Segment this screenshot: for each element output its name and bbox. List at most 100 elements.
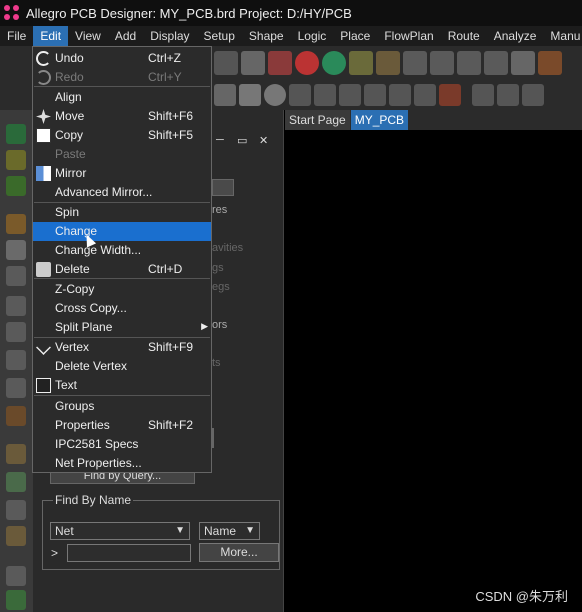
bus-icon[interactable]	[6, 378, 26, 398]
zoom-previous-icon[interactable]	[457, 51, 481, 75]
3d-view-icon[interactable]	[538, 51, 562, 75]
edit-menu-item-split-plane[interactable]: Split Plane ▶	[33, 318, 211, 337]
partial-label: ors	[212, 319, 228, 331]
zoom-fit-icon[interactable]	[349, 51, 373, 75]
route-icon[interactable]	[6, 214, 26, 234]
settings-icon[interactable]	[6, 566, 26, 586]
rect-outline-icon[interactable]	[364, 84, 386, 106]
edit-menu-item-ipc2581-specs[interactable]: IPC2581 Specs	[33, 435, 211, 454]
more-button[interactable]: More...	[199, 543, 279, 562]
minimize-icon[interactable]: ─	[216, 134, 224, 146]
edit-menu-item-z-copy[interactable]: Z-Copy	[33, 280, 211, 299]
object-type-select[interactable]: Net ▼	[50, 522, 190, 540]
menu-item-shortcut: Shift+F2	[148, 418, 194, 432]
tab-my-pcb[interactable]: MY_PCB	[350, 110, 409, 130]
menu-shape[interactable]: Shape	[242, 26, 291, 46]
add-via-icon[interactable]	[6, 590, 26, 610]
edit-menu-item-text[interactable]: Text	[33, 376, 211, 395]
menu-display[interactable]: Display	[143, 26, 196, 46]
edit-menu-item-net-properties[interactable]: Net Properties...	[33, 454, 211, 473]
zoom-out-icon[interactable]	[430, 51, 454, 75]
edit-menu-item-change[interactable]: Change	[33, 222, 211, 241]
menu-item-label: Redo	[55, 70, 84, 84]
edit-menu-item-cross-copy[interactable]: Cross Copy...	[33, 299, 211, 318]
dimension-icon[interactable]	[497, 84, 519, 106]
zoom-world-icon[interactable]	[484, 51, 508, 75]
menu-item-label: Net Properties...	[55, 456, 142, 470]
swap-icon[interactable]	[6, 266, 26, 286]
fanout-icon[interactable]	[6, 296, 26, 316]
add-rect-left-icon[interactable]	[6, 472, 26, 492]
drc-green-icon[interactable]	[322, 51, 346, 75]
add-rect-icon[interactable]	[239, 84, 261, 106]
add-text-icon[interactable]	[6, 500, 26, 520]
menu-place[interactable]: Place	[333, 26, 377, 46]
tab-start-page[interactable]: Start Page	[285, 110, 350, 130]
edit-menu-item-change-width[interactable]: Change Width...	[33, 241, 211, 260]
restore-icon[interactable]: ▭	[237, 134, 247, 147]
component-icon[interactable]	[6, 124, 26, 144]
edit-menu-item-mirror[interactable]: Mirror	[33, 164, 211, 183]
zoom-window-icon[interactable]	[376, 51, 400, 75]
edit-menu-item-vertex[interactable]: Vertex Shift+F9	[33, 338, 211, 357]
menu-edit[interactable]: Edit	[33, 26, 69, 46]
redraw-icon[interactable]	[511, 51, 535, 75]
slide-icon[interactable]	[6, 240, 26, 260]
menu-view[interactable]: View	[68, 26, 108, 46]
align-icon[interactable]	[522, 84, 544, 106]
unpin-icon[interactable]	[268, 51, 292, 75]
void-icon[interactable]	[414, 84, 436, 106]
measure-icon[interactable]	[472, 84, 494, 106]
connector-icon[interactable]	[6, 176, 26, 196]
edit-menu-item-groups[interactable]: Groups	[33, 397, 211, 416]
menu-setup[interactable]: Setup	[197, 26, 242, 46]
close-icon[interactable]: ✕	[259, 134, 268, 147]
rotate-icon[interactable]	[214, 51, 238, 75]
menu-item-label: Mirror	[55, 166, 87, 180]
add-line-icon[interactable]	[6, 444, 26, 464]
edit-menu-item-spin[interactable]: Spin	[33, 203, 211, 222]
add-shape-icon[interactable]	[214, 84, 236, 106]
pin-icon[interactable]	[241, 51, 265, 75]
design-canvas[interactable]	[285, 130, 582, 612]
edit-menu-item-redo[interactable]: Redo Ctrl+Y	[33, 68, 211, 87]
menu-analyze[interactable]: Analyze	[487, 26, 544, 46]
multi-route-icon[interactable]	[6, 350, 26, 370]
shape-edit-icon[interactable]	[314, 84, 336, 106]
edit-menu-item-move[interactable]: Move Shift+F6	[33, 107, 211, 126]
menu-file[interactable]: File	[0, 26, 33, 46]
menu-flowplan[interactable]: FlowPlan	[377, 26, 440, 46]
shape-fill-icon[interactable]	[439, 84, 461, 106]
chip-icon[interactable]	[6, 150, 26, 170]
partial-label: egs	[212, 281, 230, 293]
panel-divider	[212, 428, 214, 448]
menu-add[interactable]: Add	[108, 26, 143, 46]
panel-field[interactable]	[212, 179, 234, 196]
menu-manu[interactable]: Manu	[543, 26, 582, 46]
edit-menu-item-advanced-mirror[interactable]: Advanced Mirror...	[33, 183, 211, 202]
edit-text-icon[interactable]	[6, 526, 26, 546]
vertex-icon	[36, 340, 51, 355]
zoom-in-icon[interactable]	[403, 51, 427, 75]
name-input[interactable]	[67, 544, 191, 562]
circle-outline-icon[interactable]	[389, 84, 411, 106]
drc-red-icon[interactable]	[295, 51, 319, 75]
edit-menu-item-delete-vertex[interactable]: Delete Vertex	[33, 357, 211, 376]
add-circle-icon[interactable]	[264, 84, 286, 106]
edit-menu-item-paste[interactable]: Paste	[33, 145, 211, 164]
menu-item-shortcut: Shift+F9	[148, 340, 194, 354]
auto-route-icon[interactable]	[6, 406, 26, 426]
menu-route[interactable]: Route	[441, 26, 487, 46]
vertex-tool-icon[interactable]	[6, 322, 26, 342]
name-prompt: >	[51, 546, 59, 560]
select-shape-icon[interactable]	[289, 84, 311, 106]
polygon-icon[interactable]	[339, 84, 361, 106]
edit-menu-item-properties[interactable]: Properties Shift+F2	[33, 416, 211, 435]
name-mode-select[interactable]: Name ▼	[199, 522, 260, 540]
edit-menu-item-copy[interactable]: Copy Shift+F5	[33, 126, 211, 145]
menu-logic[interactable]: Logic	[291, 26, 334, 46]
edit-menu-item-undo[interactable]: Undo Ctrl+Z	[33, 49, 211, 68]
menu-item-label: Change Width...	[55, 243, 142, 257]
edit-menu-item-delete[interactable]: Delete Ctrl+D	[33, 260, 211, 279]
edit-menu-item-align[interactable]: Align	[33, 88, 211, 107]
